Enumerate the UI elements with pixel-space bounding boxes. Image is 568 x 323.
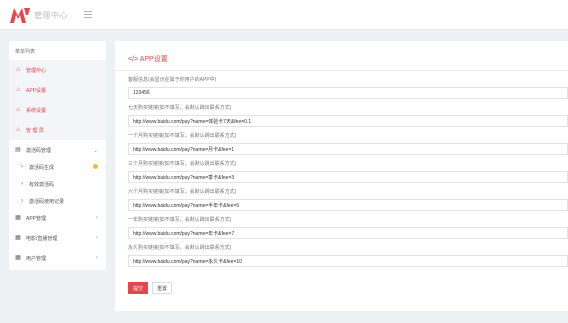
sidebar-item-admin[interactable]: ⌂ 管 理 员 [9,120,106,140]
sidebar-item-label: 管理中心 [26,67,47,74]
home-icon: ⌂ [16,87,20,93]
panel-title: </> APP设置 [128,56,168,63]
one-year-link-input[interactable] [128,227,568,239]
chevron-right-icon: › [96,255,98,261]
sidebar-item-app-settings[interactable]: ⌂ APP设置 [9,80,106,100]
sidebar: 菜单列表 ⌂ 管理中心 ⌂ APP设置 ⌂ 系统设置 ⌂ 管 理 员 ▤ 激活码… [9,41,106,270]
sidebar-subitem-generate-codes[interactable]: › 激活码生成 [9,159,106,175]
field-label: 三个月购买链接(如不填写，会默认跳出联系方式) [128,161,237,167]
chevron-right-icon: › [21,181,23,187]
brand-title: 管理中心 [34,11,68,20]
panel-header: </> APP设置 [115,41,568,71]
calendar-icon: ▤ [15,147,21,153]
sidebar-item-label: 激活码管理 [26,147,52,154]
home-icon: ⌂ [16,127,20,133]
sidebar-item-dashboard[interactable]: ⌂ 管理中心 [9,60,106,80]
customer-service-input[interactable] [128,87,568,99]
chevron-right-icon: › [96,215,98,221]
three-month-link-input[interactable] [128,171,568,183]
reset-button[interactable]: 重置 [152,282,172,294]
sidebar-item-user-management[interactable]: ▦ 用户管理 › [9,248,106,268]
sidebar-item-activation-codes[interactable]: ▤ 激活码管理 ⌄ [9,140,106,160]
six-month-link-input[interactable] [128,199,568,211]
field-label: 一年购买链接(如不填写，会默认跳出联系方式) [128,217,232,223]
field-label: 七天购买链接(如不填写，会默认跳出联系方式) [128,105,232,111]
sidebar-subitem-label: 有效激活码 [29,181,55,188]
sidebar-item-label: 管 理 员 [26,127,44,134]
field-label: 永久购买链接(如不填写，会默认跳出联系方式) [128,245,232,251]
grid-icon: ▦ [15,235,21,241]
field-label: 六个月购买链接(如不填写，会默认跳出联系方式) [128,189,237,195]
sidebar-item-label: 系统设置 [26,107,47,114]
sidebar-subitem-label: 激活码生成 [29,164,55,171]
grid-icon: ▦ [15,255,21,261]
settings-panel: </> APP设置 客服信息(会显示在属于你用户的APP中) 七天购买链接(如不… [115,41,568,311]
seven-day-link-input[interactable] [128,115,568,127]
sidebar-item-label: 电影/直播管理 [26,235,58,242]
sidebar-subitem-label: 激活码使用记录 [29,198,65,205]
notification-dot [93,164,98,169]
chevron-down-icon: ⌄ [92,147,98,154]
logo-icon [10,8,30,23]
home-icon: ⌂ [16,67,20,73]
field-label: 一个月购买链接(如不填写，会默认跳出联系方式) [128,133,237,139]
top-bar: 管理中心 [0,0,568,30]
menu-toggle-icon[interactable] [84,11,92,18]
sidebar-item-label: 用户管理 [26,255,47,262]
sidebar-subitem-valid-codes[interactable]: › 有效激活码 [9,176,106,192]
lifetime-link-input[interactable] [128,255,568,267]
sidebar-item-label: APP管理 [26,215,47,222]
sidebar-title: 菜单列表 [15,49,36,55]
chevron-right-icon: › [21,198,23,204]
submit-button[interactable]: 提交 [128,282,148,294]
chevron-right-icon: › [96,235,98,241]
field-label: 客服信息(会显示在属于你用户的APP中) [128,77,217,83]
code-icon: </> [128,56,140,63]
grid-icon: ▦ [15,215,21,221]
sidebar-item-system-settings[interactable]: ⌂ 系统设置 [9,100,106,120]
sidebar-item-movie-live-management[interactable]: ▦ 电影/直播管理 › [9,228,106,248]
one-month-link-input[interactable] [128,143,568,155]
home-icon: ⌂ [16,107,20,113]
sidebar-subitem-code-usage[interactable]: › 激活码使用记录 [9,193,106,209]
sidebar-item-app-management[interactable]: ▦ APP管理 › [9,208,106,228]
sidebar-item-label: APP设置 [26,87,47,94]
chevron-right-icon: › [21,164,23,170]
